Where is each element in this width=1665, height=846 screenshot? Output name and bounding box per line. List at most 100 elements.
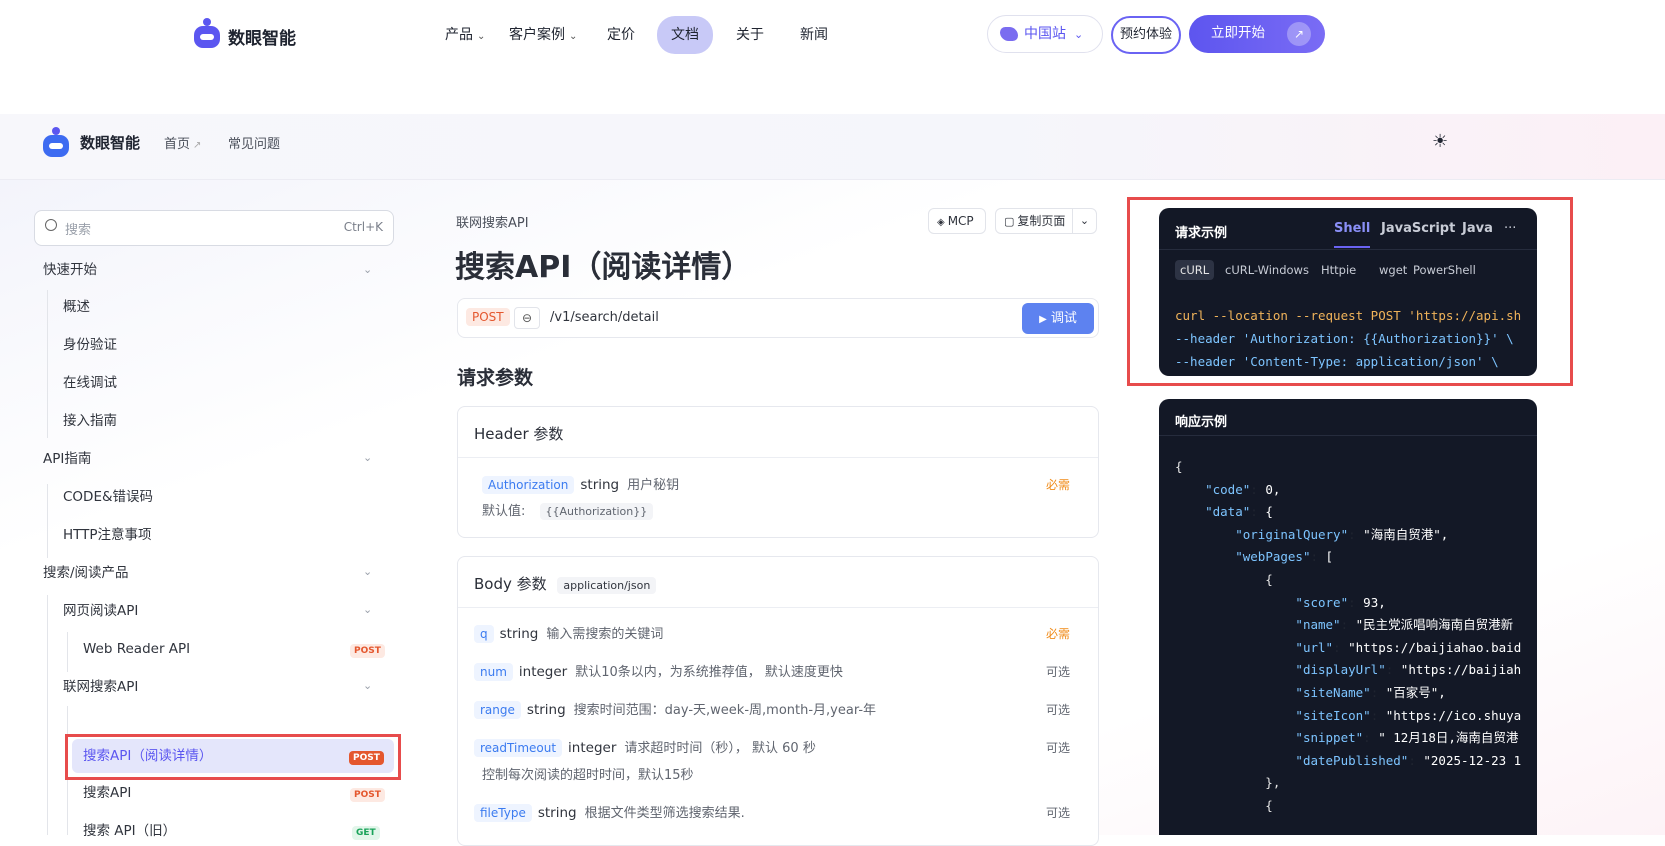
site-top-nav: 数眼智能 产品 ⌄ 客户案例 ⌄ 定价 文档 关于 新闻 中国站 ⌄ 预约体验 立即开… xyxy=(0,0,1665,72)
highlight-box-request xyxy=(1127,197,1573,386)
sidebar-group-web-reader[interactable]: 网页阅读API xyxy=(63,596,138,626)
param-type: integer xyxy=(568,740,617,756)
response-code-line: { xyxy=(1175,798,1273,813)
docs-search-input[interactable]: 搜索 Ctrl+K xyxy=(34,210,394,246)
nav-about[interactable]: 关于 xyxy=(736,22,764,48)
docs-brand[interactable]: 数眼智能 xyxy=(80,132,140,153)
theme-toggle-sun-icon[interactable]: ☀ xyxy=(1432,131,1448,152)
post-method-badge: POST xyxy=(350,644,385,658)
start-now-button[interactable]: 立即开始 ↗ xyxy=(1189,15,1325,53)
required-flag: 必需 xyxy=(1046,478,1071,492)
mcp-button[interactable]: ◈ MCP xyxy=(928,208,986,234)
post-method-badge: POST xyxy=(350,788,385,802)
sidebar-item-search-api-old[interactable]: 搜索 API（旧） xyxy=(83,816,176,846)
param-row-q: q string 输入需搜索的关键词 xyxy=(474,623,664,643)
response-code-line: "datePublished": "2025-12-23 1 xyxy=(1295,752,1522,768)
site-brand[interactable]: 数眼智能 xyxy=(228,24,296,49)
sidebar-item-search-api[interactable]: 搜索API xyxy=(83,778,131,808)
nav-news[interactable]: 新闻 xyxy=(800,22,828,48)
debug-button[interactable]: ▶ 调试 xyxy=(1022,303,1094,334)
link-icon[interactable]: ⊖ xyxy=(514,307,540,329)
param-desc: 输入需搜索的关键词 xyxy=(546,627,664,642)
tree-guide-line xyxy=(67,632,68,672)
region-selector[interactable]: 中国站 ⌄ xyxy=(987,15,1103,53)
sidebar-item-integration[interactable]: 接入指南 xyxy=(63,406,117,436)
sidebar-section-api-guide[interactable]: API指南 xyxy=(43,444,91,474)
tree-guide-line xyxy=(47,484,48,558)
param-desc: 默认10条以内，为系统推荐值， 默认速度更快 xyxy=(575,665,843,680)
play-icon: ▶ xyxy=(1039,314,1047,325)
sidebar-item-online-debug[interactable]: 在线调试 xyxy=(63,368,117,398)
tree-guide-line xyxy=(47,595,48,835)
docs-home-link[interactable]: 首页 ↗ xyxy=(164,133,201,152)
chevron-down-icon[interactable]: ⌄ xyxy=(363,603,372,616)
nav-cases-label: 客户案例 xyxy=(509,27,565,43)
optional-flag: 可选 xyxy=(1046,741,1071,755)
default-label: 默认值: xyxy=(482,504,526,519)
param-extra-desc: 控制每次阅读的超时时间，默认15秒 xyxy=(482,768,694,783)
sidebar-item-auth[interactable]: 身份验证 xyxy=(63,330,117,360)
default-value-row: 默认值: {{Authorization}} xyxy=(482,500,654,520)
default-value: {{Authorization}} xyxy=(539,503,654,520)
param-desc: 搜索时间范围：day-天,week-周,month-月,year-年 xyxy=(573,703,877,718)
sidebar-section-search-read[interactable]: 搜索/阅读产品 xyxy=(43,558,129,588)
param-name: readTimeout xyxy=(474,739,563,757)
nav-cases[interactable]: 客户案例 ⌄ xyxy=(509,22,577,48)
param-name: q xyxy=(474,625,494,643)
body-params-card: Body 参数 application/json q string 输入需搜索的关键… xyxy=(457,556,1099,846)
nav-docs[interactable]: 文档 xyxy=(657,16,713,54)
response-code-line: "snippet": " 12月18日,海南自贸港 xyxy=(1295,730,1519,746)
param-type: string xyxy=(499,626,539,642)
response-code-line: "url": "https://baijiahao.baid xyxy=(1295,639,1522,655)
docs-home-label: 首页 xyxy=(164,137,191,152)
sidebar-item-web-reader-api[interactable]: Web Reader API xyxy=(83,634,190,664)
docs-faq-link[interactable]: 常见问题 xyxy=(228,133,280,152)
response-example-panel: 响应示例 { "code": 0, "data": { "originalQue… xyxy=(1159,399,1537,835)
search-shortcut: Ctrl+K xyxy=(343,220,383,234)
card-divider xyxy=(458,607,1098,608)
nav-pricing[interactable]: 定价 xyxy=(607,22,635,48)
response-code-line: { xyxy=(1175,459,1183,474)
chevron-down-icon[interactable]: ⌄ xyxy=(363,263,372,276)
chevron-down-icon[interactable]: ⌄ xyxy=(1072,209,1096,233)
nav-products-label: 产品 xyxy=(445,27,473,43)
sidebar-item-error-codes[interactable]: CODE&错误码 xyxy=(63,482,153,512)
sidebar-group-web-search[interactable]: 联网搜索API xyxy=(63,672,138,702)
response-code-line: "siteIcon": "https://ico.shuya xyxy=(1295,707,1522,723)
param-type: string xyxy=(526,702,566,718)
endpoint-bar: POST ⊖ /v1/search/detail ▶ 调试 xyxy=(457,298,1099,338)
sidebar-item-http-notes[interactable]: HTTP注意事项 xyxy=(63,520,152,550)
copy-page-label: 复制页面 xyxy=(1017,214,1066,228)
chevron-down-icon[interactable]: ⌄ xyxy=(363,565,372,578)
response-code-line: "score": 93, xyxy=(1295,594,1386,610)
nav-products[interactable]: 产品 ⌄ xyxy=(445,22,485,48)
param-row-filetype: fileType string 根据文件类型筛选搜索结果. xyxy=(474,802,745,822)
param-row-authorization: Authorization string 用户秘钥 xyxy=(482,474,680,494)
robot-logo-icon[interactable] xyxy=(43,127,69,157)
get-method-badge: GET xyxy=(352,826,380,840)
chevron-down-icon: ⌄ xyxy=(1074,28,1084,41)
header-params-title: Header 参数 xyxy=(474,425,564,443)
param-type: string xyxy=(580,477,620,493)
chevron-down-icon[interactable]: ⌄ xyxy=(363,451,372,464)
book-demo-button[interactable]: 预约体验 xyxy=(1111,16,1181,54)
sidebar-section-quickstart[interactable]: 快速开始 xyxy=(43,255,97,285)
panel-divider xyxy=(1159,435,1537,436)
tree-guide-line xyxy=(47,290,48,438)
chevron-down-icon[interactable]: ⌄ xyxy=(363,679,372,692)
response-code-line: "webPages": [ xyxy=(1235,549,1334,565)
copy-page-button[interactable]: ▢ 复制页面 ⌄ xyxy=(995,208,1097,234)
sidebar-item-overview[interactable]: 概述 xyxy=(63,292,90,322)
debug-label: 调试 xyxy=(1050,311,1077,326)
param-type: integer xyxy=(518,664,568,680)
breadcrumb: 联网搜索API xyxy=(456,216,529,231)
robot-logo-icon[interactable] xyxy=(194,18,220,48)
content-type-badge: application/json xyxy=(557,577,657,594)
param-row-readtimeout: readTimeout integer 请求超时时间（秒）， 默认 60 秒 xyxy=(474,737,816,757)
response-code-line: "data": { xyxy=(1205,504,1273,520)
docs-header: 数眼智能 首页 ↗ 常见问题 ☀ xyxy=(0,114,1665,180)
header-params-card: Header 参数 Authorization string 用户秘钥 必需 默认值… xyxy=(457,406,1099,538)
response-code-line: { xyxy=(1175,572,1273,587)
param-name: num xyxy=(474,663,513,681)
param-desc: 用户秘钥 xyxy=(627,478,680,493)
